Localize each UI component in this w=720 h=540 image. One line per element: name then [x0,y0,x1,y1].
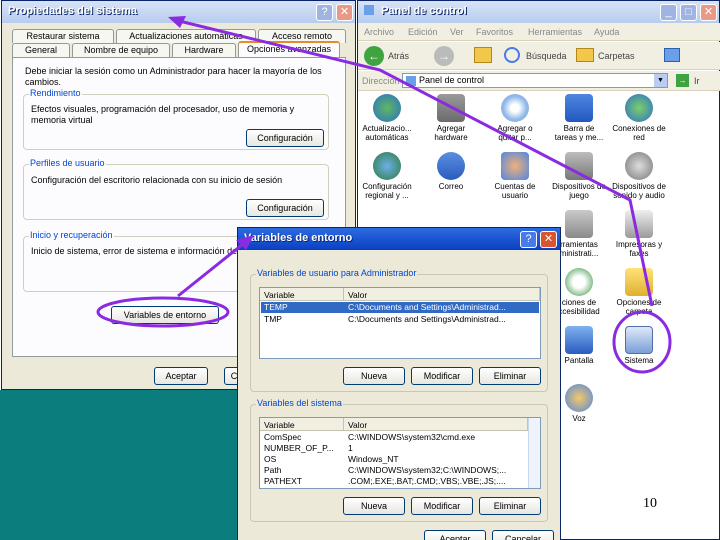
annotation-overlay [96,16,672,374]
page-number: 10 [643,496,657,511]
env-button-highlight-ellipse [96,296,230,328]
system-icon-highlight-ellipse [612,310,672,374]
arrow-system-to-properties [174,18,654,307]
arrow-button-to-dialog [177,238,249,298]
